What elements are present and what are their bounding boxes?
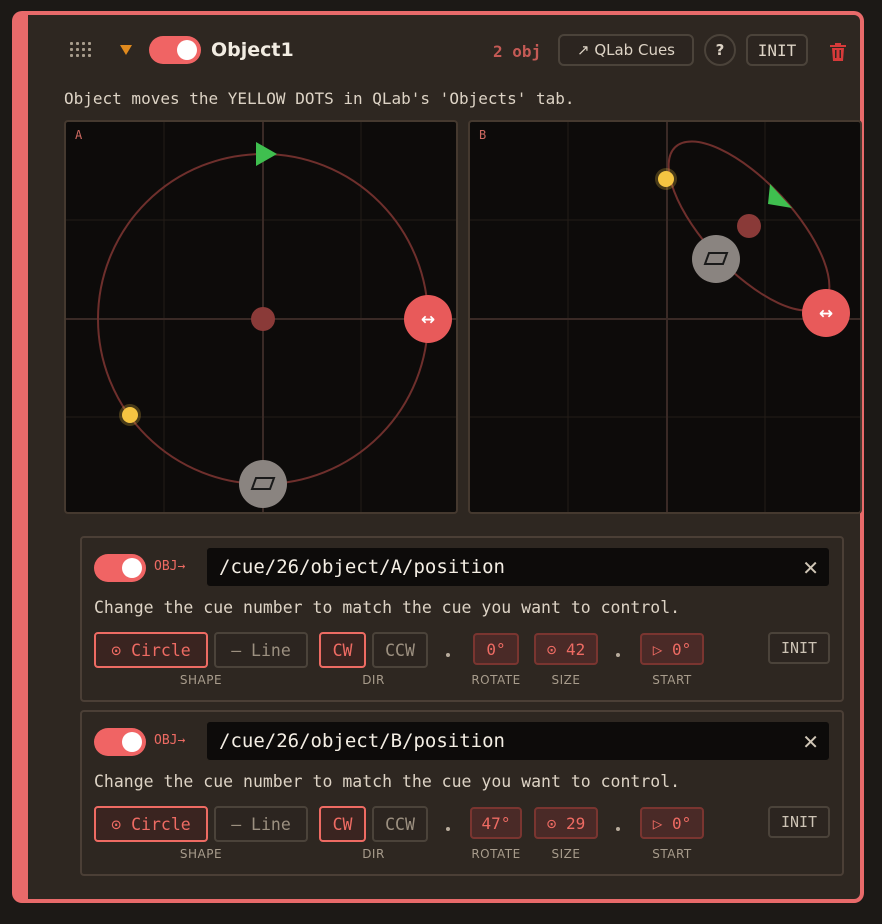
start-value-a[interactable]: ▷ 0° [640, 633, 704, 665]
rotate-value-b[interactable]: 47° [470, 807, 522, 839]
dir-caption-a: DIR [362, 673, 385, 687]
address-value-b[interactable]: /cue/26/object/B/position [219, 730, 505, 752]
object-header: Object1 2 obj ↗ QLab Cues ? INIT [28, 15, 860, 79]
object-card: Object1 2 obj ↗ QLab Cues ? INIT Object … [12, 11, 864, 903]
obj-label-a: OBJ→ [154, 559, 186, 574]
address-value-a[interactable]: /cue/26/object/A/position [219, 556, 505, 578]
size-value-b[interactable]: ⊙ 29 [534, 807, 598, 839]
size-caption-a: SIZE [551, 673, 581, 687]
dir-caption-b: DIR [362, 847, 385, 861]
yellow-dot-a[interactable] [122, 407, 138, 423]
size-handle-a[interactable] [239, 460, 287, 508]
object-enable-toggle[interactable] [149, 36, 201, 64]
shape-caption-b: SHAPE [179, 847, 223, 861]
direction-arrow-a [256, 142, 277, 166]
rotate-value-a[interactable]: 0° [473, 633, 519, 665]
separator-dot [616, 653, 620, 657]
address-field-a[interactable]: /cue/26/object/A/position ✕ [206, 547, 830, 587]
layer-init-button-b[interactable]: INIT [768, 806, 830, 838]
direction-arrow-b [768, 184, 792, 208]
layer-enable-toggle-a[interactable] [94, 554, 146, 582]
rotate-handle-a[interactable]: ↔ [404, 295, 452, 343]
shape-circle-button-a[interactable]: ⊙ Circle [94, 632, 208, 668]
dir-cw-button-b[interactable]: CW [319, 806, 366, 842]
start-caption-a: START [652, 673, 692, 687]
dir-ccw-button-a[interactable]: CCW [372, 632, 428, 668]
shape-caption-a: SHAPE [179, 673, 223, 687]
address-hint-a: Change the cue number to match the cue y… [94, 598, 681, 617]
init-button[interactable]: INIT [746, 34, 808, 66]
rotate-caption-a: ROTATE [471, 673, 521, 687]
object-description: Object moves the YELLOW DOTS in QLab's '… [64, 89, 575, 108]
pad-label-a: A [75, 128, 83, 142]
center-handle-a[interactable] [251, 307, 275, 331]
layer-init-button-a[interactable]: INIT [768, 632, 830, 664]
svg-text:↔: ↔ [421, 310, 435, 330]
object-count: 2 obj [493, 42, 542, 61]
shape-line-button-a[interactable]: — Line [214, 632, 308, 668]
rotate-handle-b[interactable]: ↔ [802, 289, 850, 337]
collapse-caret-icon[interactable] [120, 45, 132, 55]
address-field-b[interactable]: /cue/26/object/B/position ✕ [206, 721, 830, 761]
dir-ccw-button-b[interactable]: CCW [372, 806, 428, 842]
separator-dot [616, 827, 620, 831]
obj-label-b: OBJ→ [154, 733, 186, 748]
object-name[interactable]: Object1 [211, 39, 294, 61]
start-value-b[interactable]: ▷ 0° [640, 807, 704, 839]
layer-enable-toggle-b[interactable] [94, 728, 146, 756]
separator-dot [446, 827, 450, 831]
center-handle-b[interactable] [737, 214, 761, 238]
address-hint-b: Change the cue number to match the cue y… [94, 772, 681, 791]
shape-circle-button-b[interactable]: ⊙ Circle [94, 806, 208, 842]
pad-a[interactable]: ↔ A [64, 120, 458, 514]
size-value-a[interactable]: ⊙ 42 [534, 633, 598, 665]
layer-row-a: OBJ→ /cue/26/object/A/position ✕ Change … [80, 536, 844, 702]
pad-label-b: B [479, 128, 487, 142]
qlab-cues-button[interactable]: ↗ QLab Cues [558, 34, 694, 66]
rotate-caption-b: ROTATE [471, 847, 521, 861]
size-handle-b[interactable] [692, 235, 740, 283]
clear-address-icon-b[interactable]: ✕ [802, 730, 819, 754]
drag-handle-icon[interactable] [70, 42, 94, 62]
trash-icon[interactable] [830, 43, 846, 61]
pad-b[interactable]: ↔ B [468, 120, 862, 514]
shape-line-button-b[interactable]: — Line [214, 806, 308, 842]
clear-address-icon-a[interactable]: ✕ [802, 556, 819, 580]
size-caption-b: SIZE [551, 847, 581, 861]
help-button[interactable]: ? [704, 34, 736, 66]
dir-cw-button-a[interactable]: CW [319, 632, 366, 668]
svg-text:↔: ↔ [819, 304, 833, 324]
start-caption-b: START [652, 847, 692, 861]
layer-row-b: OBJ→ /cue/26/object/B/position ✕ Change … [80, 710, 844, 876]
yellow-dot-b[interactable] [658, 171, 674, 187]
separator-dot [446, 653, 450, 657]
